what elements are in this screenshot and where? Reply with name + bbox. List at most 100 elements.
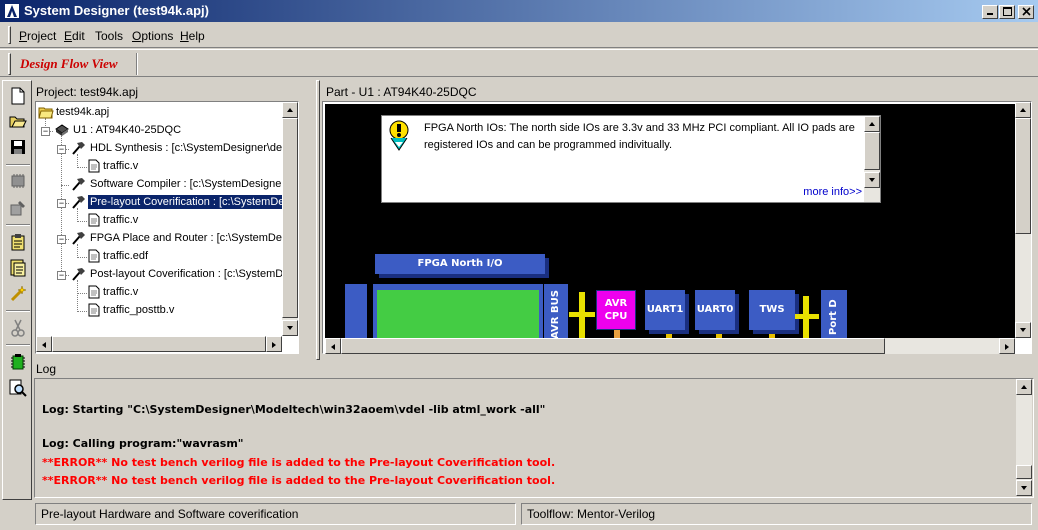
part-vscrollbar[interactable] bbox=[1015, 102, 1031, 338]
tree-content: − − − − − test94k.apj U1 : AT94K40-25DQC… bbox=[36, 102, 282, 336]
design-flow-view-button[interactable]: Design Flow View bbox=[20, 56, 118, 72]
open-folder-icon[interactable] bbox=[6, 110, 30, 134]
scroll-up-button[interactable] bbox=[1016, 379, 1032, 395]
menu-options[interactable]: Options bbox=[132, 29, 173, 43]
save-icon[interactable] bbox=[6, 136, 30, 160]
info-scroll-thumb[interactable] bbox=[864, 132, 880, 170]
chip-icon bbox=[54, 123, 70, 137]
chip-icon[interactable] bbox=[6, 170, 30, 194]
menu-edit[interactable]: Edit bbox=[64, 29, 85, 43]
vertical-splitter[interactable] bbox=[316, 80, 320, 360]
menu-help[interactable]: Help bbox=[180, 29, 205, 43]
log-vscrollbar[interactable] bbox=[1016, 379, 1032, 496]
tree-expander[interactable]: − bbox=[57, 145, 66, 154]
log-error-line: **ERROR** No test bench verilog file is … bbox=[42, 474, 556, 487]
log-line: Log: Starting "C:\SystemDesigner\Modelte… bbox=[42, 403, 546, 416]
tree-vscrollbar[interactable] bbox=[282, 102, 298, 336]
cpu-pin bbox=[614, 330, 620, 338]
document-list-icon[interactable] bbox=[6, 256, 30, 280]
scroll-right-button[interactable] bbox=[999, 338, 1015, 354]
scroll-down-button[interactable] bbox=[282, 320, 298, 336]
project-caption: Project: test94k.apj bbox=[36, 85, 139, 99]
scroll-up-button[interactable] bbox=[864, 116, 880, 132]
tree-item-label: Post-layout Coverification : [c:\SystemD… bbox=[90, 268, 282, 280]
fpga-north-io-block[interactable]: FPGA North I/O bbox=[375, 254, 545, 274]
left-io-block[interactable] bbox=[345, 284, 367, 338]
hammer-icon bbox=[70, 177, 86, 191]
tree-line bbox=[77, 311, 87, 312]
flow-toolbar-grip[interactable] bbox=[8, 53, 11, 75]
project-tree[interactable]: − − − − − test94k.apj U1 : AT94K40-25DQC… bbox=[35, 101, 299, 354]
part-view[interactable]: FPGA North IOs: The north side IOs are 3… bbox=[322, 101, 1032, 354]
uart1-block[interactable]: UART1 bbox=[645, 290, 685, 330]
menu-tools[interactable]: Tools bbox=[95, 29, 123, 43]
tree-vscroll-thumb[interactable] bbox=[282, 118, 298, 318]
menu-help-label: Help bbox=[180, 29, 205, 43]
menu-project[interactable]: Project bbox=[19, 29, 56, 43]
avr-cpu-block[interactable]: AVR CPU bbox=[596, 290, 636, 330]
tree-item-label: HDL Synthesis : [c:\SystemDesigner\desig bbox=[90, 142, 282, 154]
tree-item-label: Pre-layout Coverification : [c:\SystemDe… bbox=[88, 195, 282, 209]
toolbar-separator bbox=[6, 224, 30, 226]
port-d-block[interactable]: Port D bbox=[821, 290, 847, 338]
close-button[interactable] bbox=[1018, 5, 1034, 19]
tws-block[interactable]: TWS bbox=[749, 290, 795, 330]
tree-expander[interactable]: − bbox=[57, 235, 66, 244]
tree-expander[interactable]: − bbox=[57, 199, 66, 208]
info-vscrollbar[interactable] bbox=[864, 116, 880, 202]
tree-item-label: traffic.v bbox=[103, 286, 139, 298]
scroll-left-button[interactable] bbox=[325, 338, 341, 354]
tree-line bbox=[77, 154, 78, 168]
scroll-left-button[interactable] bbox=[36, 336, 52, 352]
menu-options-label: Options bbox=[132, 29, 174, 43]
app-icon[interactable] bbox=[4, 3, 20, 19]
scissors-icon[interactable] bbox=[6, 316, 30, 340]
tree-line bbox=[77, 280, 78, 312]
bus-connector bbox=[569, 312, 595, 317]
scroll-down-button[interactable] bbox=[1015, 322, 1031, 338]
part-hscrollbar[interactable] bbox=[325, 338, 1015, 354]
menu-grip[interactable] bbox=[8, 26, 11, 44]
tree-expander[interactable]: − bbox=[41, 127, 50, 136]
tree-expander[interactable]: − bbox=[57, 271, 66, 280]
new-file-icon[interactable] bbox=[6, 84, 30, 108]
tree-item-label: traffic.v bbox=[103, 160, 139, 172]
settings-chip-icon[interactable] bbox=[6, 196, 30, 220]
toolbar-separator bbox=[136, 53, 138, 75]
avr-bus-block[interactable]: AVR BUS bbox=[544, 284, 568, 338]
part-diagram-canvas[interactable]: FPGA North IOs: The north side IOs are 3… bbox=[325, 104, 1015, 338]
log-view[interactable]: Log: Starting "C:\SystemDesigner\Modelte… bbox=[34, 378, 1034, 498]
hammer-icon bbox=[70, 141, 86, 155]
scroll-down-button[interactable] bbox=[1016, 480, 1032, 496]
scroll-up-button[interactable] bbox=[282, 102, 298, 118]
status-pane-right: Toolflow: Mentor-Verilog bbox=[521, 503, 1032, 525]
scroll-down-button[interactable] bbox=[864, 172, 880, 188]
more-info-link[interactable]: more info>> bbox=[803, 186, 862, 198]
scroll-up-button[interactable] bbox=[1015, 102, 1031, 118]
menu-tools-label: Tools bbox=[95, 29, 124, 43]
info-box: FPGA North IOs: The north side IOs are 3… bbox=[381, 115, 881, 203]
part-vscroll-thumb[interactable] bbox=[1015, 118, 1031, 234]
tree-line bbox=[77, 244, 78, 258]
wand-icon[interactable] bbox=[6, 282, 30, 306]
maximize-button[interactable] bbox=[999, 5, 1015, 19]
minimize-button[interactable] bbox=[982, 5, 998, 19]
tree-hscrollbar[interactable] bbox=[36, 336, 282, 352]
log-line: Log: Calling program:"wavrasm" bbox=[42, 437, 244, 450]
notepad-icon[interactable] bbox=[6, 230, 30, 254]
zoom-document-icon[interactable] bbox=[6, 376, 30, 400]
scroll-right-button[interactable] bbox=[266, 336, 282, 352]
tree-item-label: U1 : AT94K40-25DQC bbox=[73, 124, 182, 136]
title-bar[interactable]: System Designer (test94k.apj) bbox=[0, 0, 1038, 22]
horizontal-splitter[interactable] bbox=[0, 356, 1038, 360]
chip-green-icon[interactable] bbox=[6, 350, 30, 374]
log-vscroll-thumb[interactable] bbox=[1016, 465, 1032, 479]
fpga-core-block[interactable] bbox=[377, 290, 539, 338]
log-caption: Log bbox=[36, 362, 57, 376]
tree-item-label: Software Compiler : [c:\SystemDesigner\d… bbox=[90, 178, 282, 190]
tree-line bbox=[77, 221, 87, 222]
part-hscroll-thumb[interactable] bbox=[341, 338, 885, 354]
tree-hscroll-thumb[interactable] bbox=[52, 336, 266, 352]
hammer-icon bbox=[70, 231, 86, 245]
uart0-block[interactable]: UART0 bbox=[695, 290, 735, 330]
